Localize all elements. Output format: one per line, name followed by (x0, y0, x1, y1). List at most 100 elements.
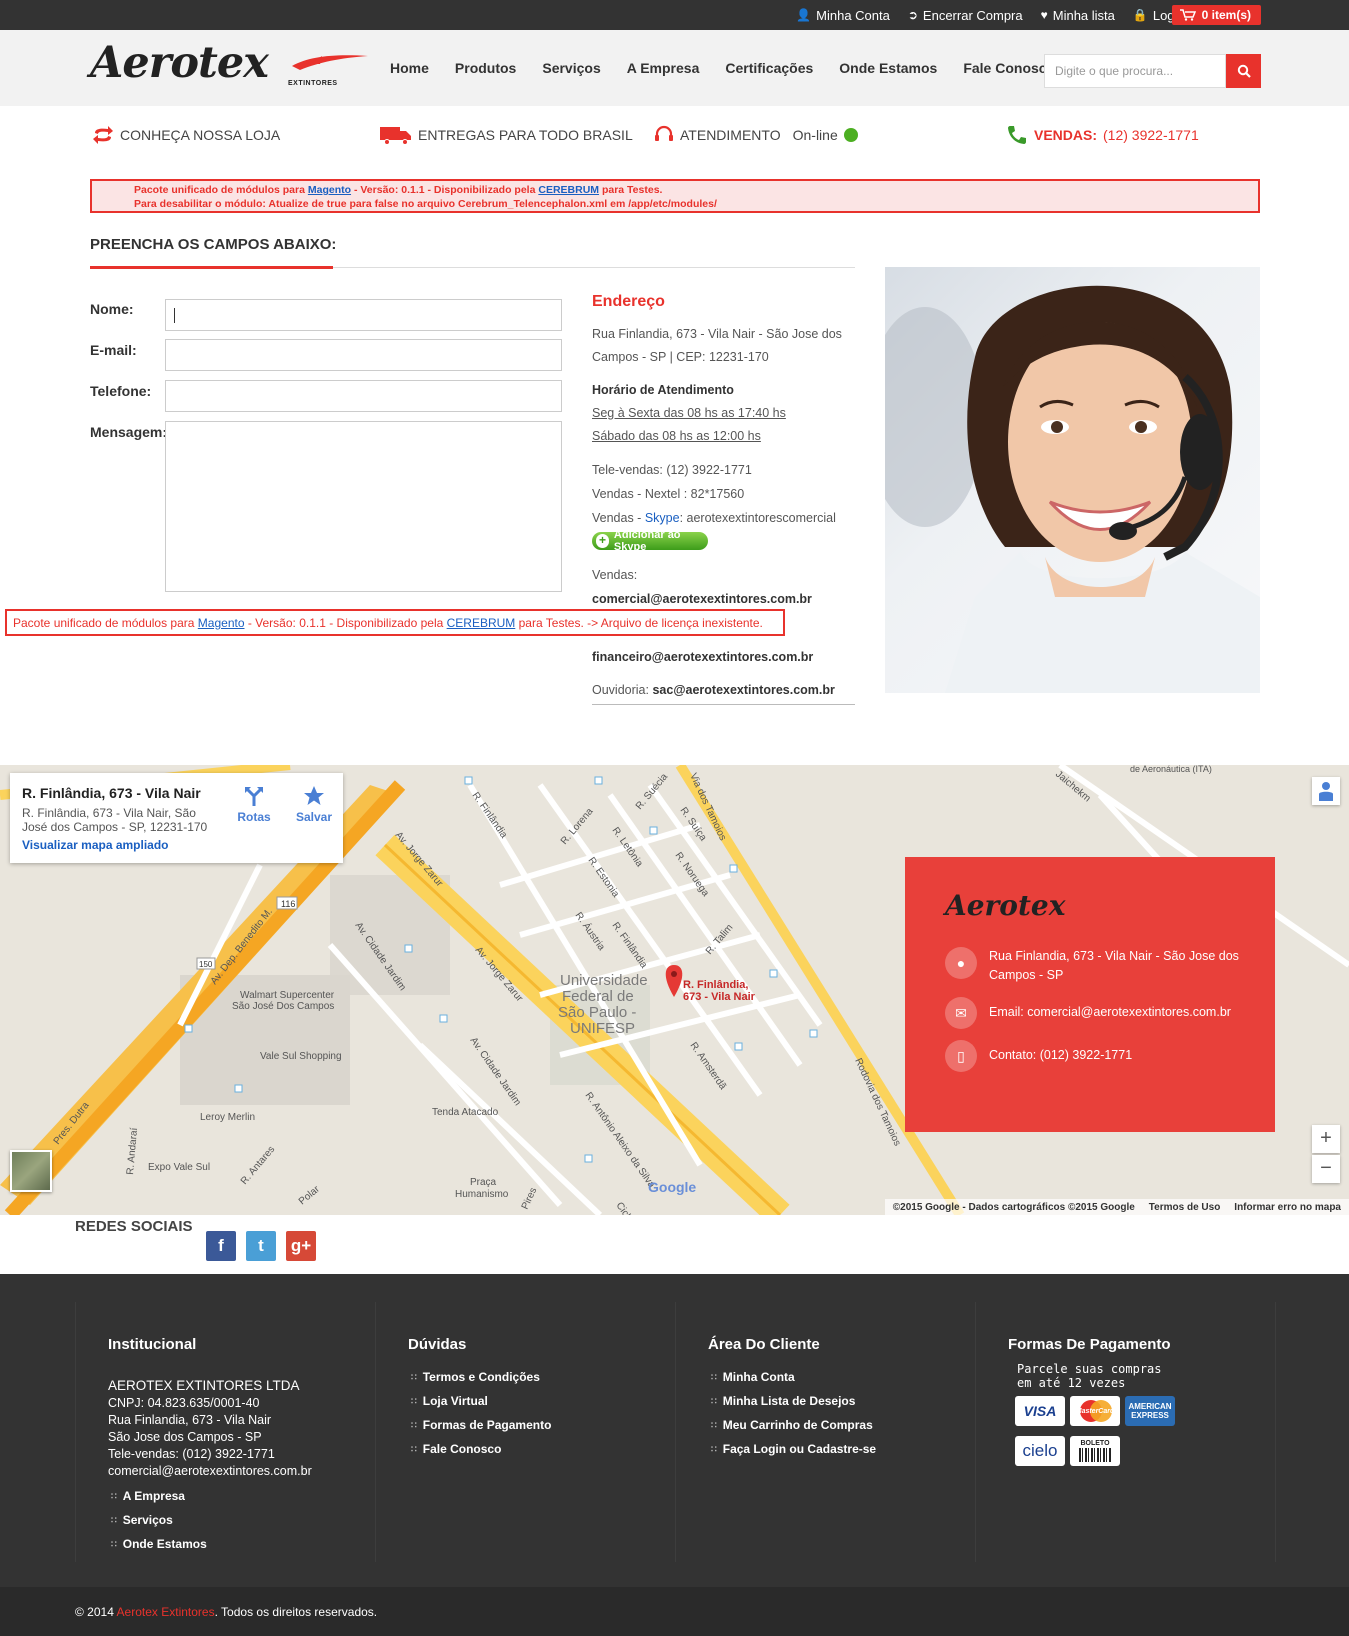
cerebrum-link[interactable]: CEREBRUM (447, 616, 516, 630)
bullet-icon: ∷ (411, 1444, 417, 1454)
ouvidoria-email[interactable]: sac@aerotexextintores.com.br (652, 683, 834, 697)
visa-icon: VISA (1015, 1396, 1065, 1426)
message-label: Mensagem: (90, 424, 168, 440)
vendas-email[interactable]: comercial@aerotexextintores.com.br (592, 592, 812, 606)
location-icon: ● (945, 947, 977, 979)
street-view-pegman[interactable] (1312, 777, 1340, 805)
footer-link-onde-estamos[interactable]: ∷ Onde Estamos (111, 1537, 207, 1552)
svg-text:673 - Vila Nair: 673 - Vila Nair (683, 991, 756, 1003)
footer-link-desejos[interactable]: ∷ Minha Lista de Desejos (711, 1394, 855, 1409)
satellite-toggle[interactable] (10, 1150, 52, 1192)
logo-subtitle: EXTINTORES (288, 80, 338, 87)
footer-link-servicos[interactable]: ∷ Serviços (111, 1513, 173, 1528)
map-card-title: R. Finlândia, 673 - Vila Nair (22, 785, 201, 801)
svg-text:Vale Sul Shopping: Vale Sul Shopping (260, 1051, 342, 1062)
add-skype-button[interactable]: + Adicionar ao Skype (592, 529, 708, 553)
cart-button[interactable]: 0 item(s) (1171, 5, 1261, 25)
company-phone: Tele-vendas: (012) 3922-1771 (108, 1447, 275, 1461)
facebook-icon: f (218, 1236, 224, 1255)
star-icon (304, 786, 324, 805)
search-input[interactable]: Digite o que procura... (1044, 54, 1226, 88)
footer-link-loja[interactable]: ∷ Loja Virtual (411, 1394, 488, 1409)
footer-link-termos[interactable]: ∷ Termos e Condições (411, 1370, 540, 1385)
email-field[interactable] (165, 339, 562, 371)
svg-text:R. Finlândia,: R. Finlândia, (683, 979, 748, 991)
directions-icon (245, 787, 263, 806)
box-address-row: ● Rua Finlandia, 673 - Vila Nair - São J… (945, 947, 1255, 985)
nav-certificacoes[interactable]: Certificações (725, 60, 813, 76)
footer-link-minha-conta[interactable]: ∷ Minha Conta (711, 1370, 795, 1385)
top-bar: 👤 Minha Conta ➲ Encerrar Compra ♥ Minha lis… (0, 0, 1349, 30)
text-cursor (174, 308, 175, 323)
bullet-icon: ∷ (411, 1396, 417, 1406)
svg-text:Leroy Merlin: Leroy Merlin (200, 1112, 255, 1123)
store-info[interactable]: CONHEÇA NOSSA LOJA (92, 120, 280, 150)
facebook-button[interactable]: f (206, 1231, 236, 1261)
social-title: REDES SOCIAIS (75, 1218, 193, 1235)
notice-line-2: Para desabilitar o módulo: Atualize de t… (134, 198, 717, 210)
support-info: ATENDIMENTO On-line (654, 120, 858, 150)
nav-fale-conosco[interactable]: Fale Conosco (963, 60, 1055, 76)
message-field[interactable] (165, 421, 562, 592)
footer-divider (75, 1302, 76, 1562)
magento-link[interactable]: Magento (308, 184, 351, 196)
box-contact-row: ▯ Contato: (012) 3922-1771 (945, 1040, 1255, 1072)
zoom-out-button[interactable]: − (1312, 1155, 1340, 1183)
bullet-icon: ∷ (111, 1515, 117, 1525)
view-larger-map-link[interactable]: Visualizar mapa ampliado (22, 838, 331, 852)
magento-link[interactable]: Magento (198, 616, 245, 630)
cerebrum-link[interactable]: CEREBRUM (538, 184, 599, 196)
nav-produtos[interactable]: Produtos (455, 60, 516, 76)
aerotex-logo[interactable]: Aerotex EXTINTORES (90, 38, 375, 90)
map-attribution: ©2015 Google - Dados cartográficos ©2015… (884, 1199, 1349, 1215)
location-map[interactable]: Universidade Federal de São Paulo - UNIF… (0, 765, 1349, 1215)
footer-link-empresa[interactable]: ∷ A Empresa (111, 1489, 185, 1504)
brand-link[interactable]: Aerotex Extintores (117, 1605, 215, 1619)
twitter-button[interactable]: t (246, 1231, 276, 1261)
address-line-2: Campos - SP | CEP: 12231-170 (592, 350, 769, 364)
hours-title: Horário de Atendimento (592, 383, 734, 397)
phone-field[interactable] (165, 380, 562, 412)
twitter-icon: t (258, 1236, 264, 1255)
boleto-icon: BOLETO (1070, 1436, 1120, 1466)
footer-link-carrinho[interactable]: ∷ Meu Carrinho de Compras (711, 1418, 873, 1433)
svg-text:116: 116 (281, 899, 295, 909)
map-info-card: R. Finlândia, 673 - Vila Nair R. Finlând… (10, 773, 343, 863)
footer-divider (675, 1302, 676, 1562)
skype-link[interactable]: Skype (645, 511, 680, 525)
nav-empresa[interactable]: A Empresa (627, 60, 700, 76)
wishlist-link[interactable]: ♥ Minha lista (1041, 8, 1115, 23)
user-icon: 👤 (796, 8, 812, 22)
googleplus-button[interactable]: g+ (286, 1231, 316, 1261)
name-field[interactable] (165, 299, 562, 331)
financeiro-email[interactable]: financeiro@aerotexextintores.com.br (592, 650, 813, 664)
company-name: AEROTEX EXTINTORES LTDA (108, 1378, 300, 1393)
mobile-icon: ▯ (945, 1040, 977, 1072)
nav-onde-estamos[interactable]: Onde Estamos (839, 60, 937, 76)
footer-link-pagamento[interactable]: ∷ Formas de Pagamento (411, 1418, 551, 1433)
checkout-link[interactable]: ➲ Encerrar Compra (908, 8, 1023, 23)
lock-icon: 🔒 (1132, 8, 1148, 22)
nav-servicos[interactable]: Serviços (542, 60, 600, 76)
box-logo: Aerotex (945, 889, 1066, 922)
map-label-unifesp: Universidade (560, 972, 648, 989)
routes-button[interactable]: Rotas (234, 785, 274, 824)
svg-text:Humanismo: Humanismo (455, 1189, 509, 1200)
installments-text-2: em até 12 vezes (1017, 1376, 1126, 1390)
bullet-icon: ∷ (711, 1396, 717, 1406)
zoom-in-button[interactable]: + (1312, 1125, 1340, 1153)
module-notice: Pacote unificado de módulos para Magento… (90, 179, 1260, 213)
search-button[interactable] (1226, 54, 1261, 88)
svg-text:Federal de: Federal de (562, 988, 634, 1005)
terms-link[interactable]: Termos de Uso (1149, 1202, 1221, 1213)
save-button[interactable]: Salvar (294, 785, 334, 824)
footer-link-fale-conosco[interactable]: ∷ Fale Conosco (411, 1442, 501, 1457)
company-address-1: Rua Finlandia, 673 - Vila Nair (108, 1413, 272, 1427)
footer-link-login[interactable]: ∷ Faça Login ou Cadastre-se (711, 1442, 876, 1457)
footer-divider (975, 1302, 976, 1562)
my-account-link[interactable]: 👤 Minha Conta (796, 8, 890, 23)
company-address-2: São Jose dos Campos - SP (108, 1430, 262, 1444)
name-label: Nome: (90, 301, 134, 317)
report-error-link[interactable]: Informar erro no mapa (1234, 1202, 1341, 1213)
nav-home[interactable]: Home (390, 60, 429, 76)
